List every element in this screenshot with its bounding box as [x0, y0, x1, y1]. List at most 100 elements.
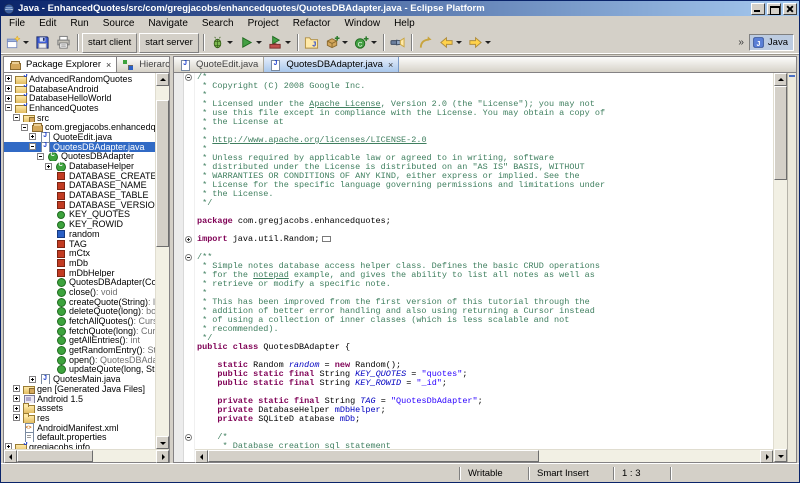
tree-item[interactable]: KEY_ROWID	[4, 219, 155, 229]
fold-gutter[interactable]	[184, 73, 195, 462]
tree-item[interactable]: com.gregjacobs.enhancedquotes	[4, 122, 155, 133]
menu-help[interactable]: Help	[387, 17, 422, 30]
scrollbar-track[interactable]	[17, 450, 156, 462]
menu-source[interactable]: Source	[96, 17, 142, 30]
external-tools-button[interactable]	[265, 33, 294, 53]
tree-item[interactable]: mDbHelper	[4, 268, 155, 277]
code-area[interactable]: /* * Copyright (C) 2008 Google Inc. * * …	[195, 73, 773, 449]
tree-item[interactable]: assets	[4, 403, 155, 414]
menu-search[interactable]: Search	[195, 17, 241, 30]
menu-window[interactable]: Window	[337, 17, 387, 30]
tree-item[interactable]: deleteQuote(long) : boolea	[4, 307, 155, 317]
tree-item[interactable]: random	[4, 229, 155, 239]
tree-item[interactable]: close() : void	[4, 287, 155, 297]
tree-item[interactable]: mCtx	[4, 248, 155, 258]
scroll-down-icon[interactable]	[156, 436, 169, 449]
tree-item[interactable]: default.properties	[4, 432, 155, 443]
new-java-project-button[interactable]: J	[301, 33, 322, 53]
fold-minus-icon[interactable]	[185, 433, 192, 441]
fold-minus-icon[interactable]	[185, 73, 192, 81]
dropdown-arrow-icon[interactable]	[455, 41, 462, 44]
new-package-button[interactable]	[322, 33, 351, 53]
editor-tab-quoteedit-java[interactable]: QuoteEdit.java	[174, 57, 265, 72]
dropdown-arrow-icon[interactable]	[284, 41, 291, 44]
fold-plus-icon[interactable]	[185, 235, 192, 243]
menu-file[interactable]: File	[2, 17, 32, 30]
tree-item[interactable]: AndroidManifest.xml	[4, 422, 155, 433]
twisty-icon[interactable]	[13, 404, 20, 412]
perspective-overflow-icon[interactable]: »	[736, 37, 746, 48]
editor-vertical-scrollbar[interactable]	[773, 73, 787, 462]
tree-item[interactable]: gregjacobs.info	[4, 442, 155, 449]
tree-item[interactable]: DatabaseHelper	[4, 161, 155, 171]
menu-edit[interactable]: Edit	[32, 17, 63, 30]
package-explorer-tree[interactable]: AdvancedRandomQuotesDatabaseAndroidDatab…	[4, 73, 155, 449]
twisty-icon[interactable]	[5, 104, 12, 112]
twisty-icon[interactable]	[5, 94, 12, 102]
tree-item[interactable]: getAllEntries() : int	[4, 336, 155, 346]
editor-tab-quotesdbadapter-java[interactable]: QuotesDBAdapter.java ×	[264, 57, 400, 72]
explorer-horizontal-scrollbar[interactable]	[4, 449, 169, 463]
twisty-icon[interactable]	[13, 114, 20, 122]
start-client-button[interactable]: start client	[82, 32, 138, 53]
search-button[interactable]	[387, 33, 408, 53]
minimize-icon[interactable]	[751, 2, 765, 15]
tree-item[interactable]: res	[4, 413, 155, 423]
dropdown-arrow-icon[interactable]	[255, 41, 262, 44]
tree-item[interactable]: AdvancedRandomQuotes	[4, 74, 155, 84]
tree-item[interactable]: fetchQuote(long) : Cursor	[4, 326, 155, 336]
tree-item[interactable]: getRandomEntry() : String	[4, 345, 155, 355]
start-server-button[interactable]: start server	[139, 32, 199, 53]
twisty-icon[interactable]	[13, 395, 20, 403]
scrollbar-thumb[interactable]	[17, 450, 94, 462]
twisty-icon[interactable]	[5, 85, 12, 93]
twisty-icon[interactable]	[5, 443, 12, 449]
menu-navigate[interactable]: Navigate	[141, 17, 194, 30]
tree-item[interactable]: src	[4, 113, 155, 123]
scrollbar-track[interactable]	[156, 86, 169, 436]
view-tab-package-explorer[interactable]: Package Explorer ×	[4, 57, 118, 72]
tree-item[interactable]: gen [Generated Java Files]	[4, 384, 155, 394]
dropdown-arrow-icon[interactable]	[23, 41, 29, 44]
tree-item[interactable]: createQuote(String) : long	[4, 297, 155, 307]
view-tab-hierarchy[interactable]: Hierarchy	[117, 57, 169, 72]
tree-item[interactable]: KEY_QUOTES	[4, 210, 155, 219]
close-icon[interactable]: ×	[106, 60, 111, 69]
overview-ruler[interactable]	[787, 73, 796, 462]
tree-item[interactable]: QuoteEdit.java	[4, 132, 155, 142]
tree-item[interactable]: DatabaseHelloWorld	[4, 93, 155, 104]
menu-refactor[interactable]: Refactor	[286, 17, 338, 30]
tree-item[interactable]: QuotesMain.java	[4, 374, 155, 384]
scrollbar-track[interactable]	[208, 450, 760, 462]
tree-item[interactable]: TAG	[4, 239, 155, 248]
editor-horizontal-scrollbar[interactable]	[195, 449, 773, 463]
tree-item[interactable]: DatabaseAndroid	[4, 84, 155, 94]
scroll-left-icon[interactable]	[195, 450, 208, 463]
tree-item[interactable]: QuotesDBAdapter(Context)	[4, 277, 155, 288]
debug-button[interactable]	[207, 33, 236, 53]
scroll-right-icon[interactable]	[156, 450, 169, 463]
scrollbar-track[interactable]	[774, 86, 787, 449]
tree-item[interactable]: updateQuote(long, String)	[4, 365, 155, 375]
back-button[interactable]	[436, 33, 465, 53]
scroll-down-icon[interactable]	[774, 449, 787, 462]
new-wizard-button[interactable]	[3, 33, 32, 53]
tree-item[interactable]: Android 1.5	[4, 394, 155, 404]
twisty-icon[interactable]	[29, 143, 36, 151]
perspective-java-button[interactable]: J Java	[748, 34, 794, 51]
twisty-icon[interactable]	[21, 123, 28, 131]
tree-item[interactable]: QuotesDBAdapter	[4, 152, 155, 162]
twisty-icon[interactable]	[13, 385, 20, 393]
scroll-up-icon[interactable]	[156, 73, 169, 86]
maximize-icon[interactable]	[767, 2, 781, 15]
scroll-right-icon[interactable]	[760, 450, 773, 463]
run-button[interactable]	[236, 33, 265, 53]
tree-item[interactable]: EnhancedQuotes	[4, 103, 155, 113]
dropdown-arrow-icon[interactable]	[484, 41, 491, 44]
dropdown-arrow-icon[interactable]	[341, 41, 348, 44]
twisty-icon[interactable]	[29, 375, 36, 383]
dropdown-arrow-icon[interactable]	[226, 41, 233, 44]
new-class-button[interactable]: C	[351, 33, 380, 53]
twisty-icon[interactable]	[5, 75, 12, 83]
twisty-icon[interactable]	[45, 162, 52, 170]
